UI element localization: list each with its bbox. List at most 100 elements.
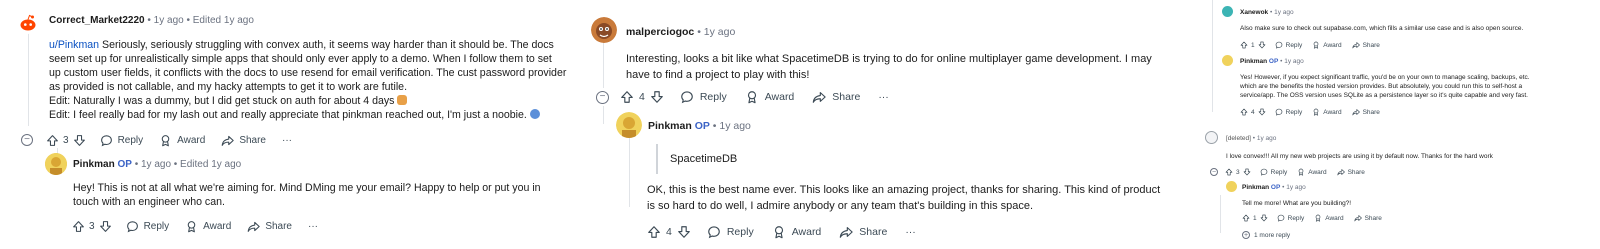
user-mention-link[interactable]: u/Pinkman: [49, 39, 99, 51]
upvote-icon[interactable]: [46, 134, 59, 147]
collapse-thread-button[interactable]: −: [21, 134, 33, 146]
comment-actions: 4 Reply Award Share ···: [647, 224, 916, 240]
thread-line[interactable]: [629, 137, 630, 207]
comment-body: Also make sure to check out supabase.com…: [1240, 25, 1523, 34]
username[interactable]: Pinkman: [648, 120, 692, 132]
user-avatar[interactable]: [1226, 181, 1237, 192]
share-label: Share: [832, 91, 861, 103]
share-button[interactable]: Share: [839, 225, 887, 239]
more-options-button[interactable]: ···: [905, 226, 916, 238]
user-avatar[interactable]: [17, 12, 39, 34]
reply-label: Reply: [117, 134, 144, 146]
thread-panel-middle: malperciogoc • 1y ago Interesting, looks…: [583, 0, 1183, 249]
upvote-icon[interactable]: [1240, 108, 1248, 116]
comment-actions: 4 Reply Award Share: [1240, 107, 1380, 117]
reply-button[interactable]: Reply: [1275, 41, 1302, 49]
username[interactable]: malperciogoc: [626, 26, 694, 38]
thread-line[interactable]: [1220, 195, 1221, 233]
username[interactable]: Pinkman: [73, 159, 115, 170]
share-button[interactable]: Share: [247, 220, 292, 233]
user-avatar[interactable]: [591, 17, 617, 43]
downvote-icon[interactable]: [1243, 168, 1251, 176]
username[interactable]: Pinkman: [1240, 58, 1267, 65]
downvote-icon[interactable]: [73, 134, 86, 147]
comment-text: up custom user fields, it conflicts with…: [49, 66, 567, 79]
award-button[interactable]: Award: [1314, 214, 1344, 222]
award-button[interactable]: Award: [772, 225, 821, 239]
thread-line[interactable]: [603, 106, 604, 124]
username[interactable]: Correct_Market2220: [49, 15, 145, 26]
reply-label: Reply: [1287, 214, 1305, 222]
share-button[interactable]: Share: [221, 134, 266, 147]
downvote-icon[interactable]: [99, 220, 112, 233]
reply-button[interactable]: Reply: [707, 225, 754, 239]
award-button[interactable]: Award: [1297, 168, 1327, 176]
reply-button[interactable]: Reply: [100, 134, 144, 147]
downvote-icon[interactable]: [650, 90, 664, 104]
comment-header: Pinkman OP • 1y ago: [1240, 58, 1304, 65]
upvote-icon[interactable]: [620, 90, 634, 104]
collapse-thread-button[interactable]: −: [596, 90, 609, 104]
reply-button[interactable]: Reply: [126, 220, 170, 233]
comment-header: Pinkman OP • 1y ago: [1242, 184, 1306, 191]
share-button[interactable]: Share: [1352, 108, 1380, 116]
downvote-icon[interactable]: [1260, 214, 1268, 222]
award-button[interactable]: Award: [159, 134, 205, 147]
reply-label: Reply: [143, 220, 170, 232]
reply-button[interactable]: Reply: [1275, 108, 1302, 116]
op-badge: OP: [1268, 58, 1279, 65]
vote-count: 3: [63, 134, 69, 146]
upvote-icon[interactable]: [1240, 41, 1248, 49]
thread-line[interactable]: [28, 32, 29, 126]
more-options-button[interactable]: ···: [282, 135, 292, 146]
op-badge: OP: [1270, 184, 1281, 191]
award-button[interactable]: Award: [1312, 41, 1342, 49]
downvote-icon[interactable]: [1258, 108, 1266, 116]
share-icon: [1352, 41, 1360, 49]
user-avatar[interactable]: [616, 112, 642, 138]
more-options-button[interactable]: ···: [308, 221, 318, 232]
user-avatar[interactable]: [45, 153, 67, 175]
user-avatar[interactable]: [1222, 6, 1233, 17]
quote-text: SpacetimeDB: [670, 153, 738, 165]
comment-meta: • 1y ago • Edited 1y ago: [144, 15, 254, 26]
reply-button[interactable]: Reply: [1260, 168, 1287, 176]
comment-meta: • 1y ago: [1250, 135, 1277, 142]
comment-text: Tell me more! What are you building?!: [1242, 200, 1352, 207]
collapse-thread-button[interactable]: −: [1210, 168, 1218, 176]
upvote-icon[interactable]: [647, 225, 661, 239]
comment-meta: • 1y ago: [709, 120, 751, 132]
more-replies-link[interactable]: + 1 more reply: [1242, 230, 1290, 240]
share-icon: [1354, 214, 1362, 222]
downvote-icon[interactable]: [1258, 41, 1266, 49]
downvote-icon[interactable]: [677, 225, 691, 239]
username[interactable]: Xanewok: [1240, 9, 1268, 16]
more-options-button[interactable]: ···: [878, 91, 889, 103]
upvote-icon[interactable]: [1242, 214, 1250, 222]
username[interactable]: Pinkman: [1242, 184, 1269, 191]
username: [deleted]: [1226, 135, 1251, 142]
share-button[interactable]: Share: [1337, 168, 1365, 176]
award-button[interactable]: Award: [185, 220, 231, 233]
thread-line[interactable]: [1212, 0, 1213, 112]
share-label: Share: [1362, 108, 1380, 116]
comment-body: Interesting, looks a bit like what Space…: [626, 52, 1181, 84]
share-label: Share: [859, 226, 888, 238]
share-label: Share: [239, 134, 266, 146]
comment-text: Edit: Naturally I was a dummy, but I did…: [49, 94, 398, 107]
share-button[interactable]: Share: [812, 90, 860, 104]
share-icon: [839, 225, 853, 239]
award-button[interactable]: Award: [1312, 108, 1342, 116]
comment-meta: • 1y ago: [694, 26, 736, 38]
comment-text: is so hard to do well, I admire anybody …: [647, 199, 1034, 212]
share-button[interactable]: Share: [1352, 41, 1380, 49]
user-avatar[interactable]: [1222, 55, 1233, 66]
upvote-icon[interactable]: [1225, 168, 1233, 176]
comment-text: I love convex!!! All my new web projects…: [1226, 153, 1493, 160]
reply-button[interactable]: Reply: [680, 90, 727, 104]
award-button[interactable]: Award: [745, 90, 794, 104]
upvote-icon[interactable]: [72, 220, 85, 233]
reply-button[interactable]: Reply: [1277, 214, 1305, 222]
share-button[interactable]: Share: [1354, 214, 1382, 222]
thread-line[interactable]: [603, 42, 604, 88]
